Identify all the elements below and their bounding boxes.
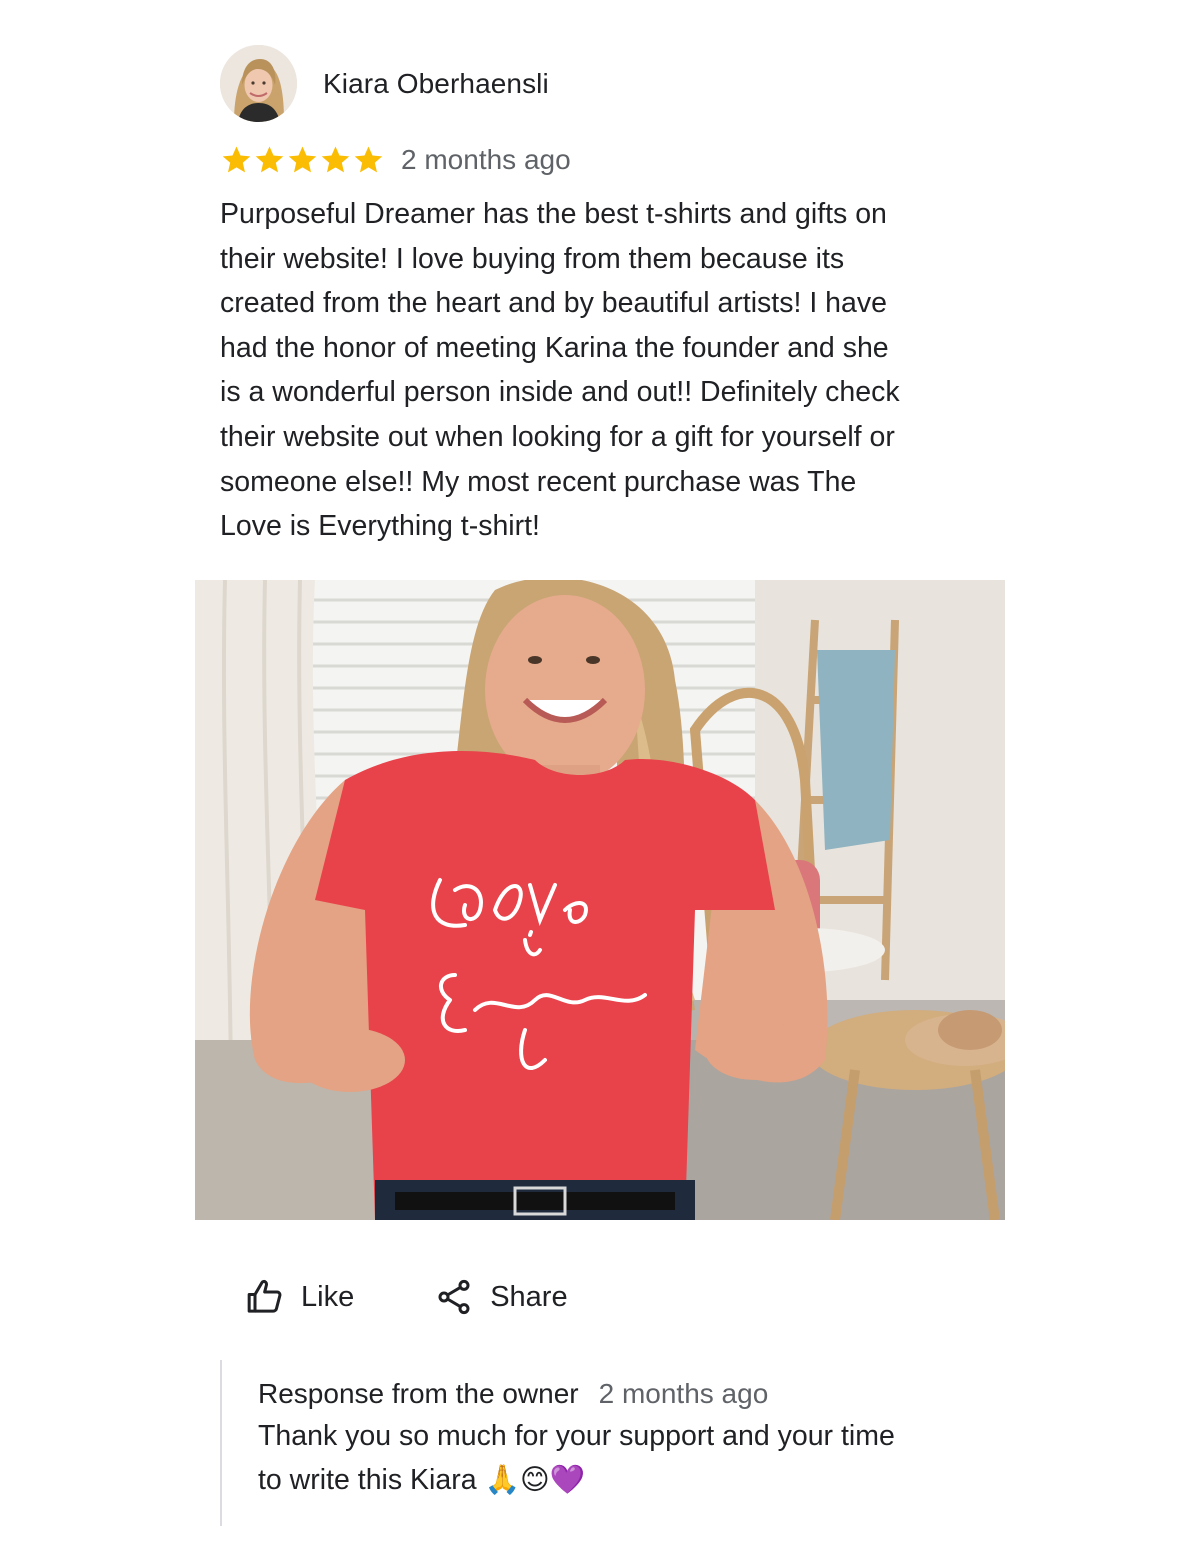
- share-button[interactable]: Share: [434, 1277, 568, 1317]
- star-icon: [255, 146, 284, 173]
- owner-response-title: Response from the owner: [258, 1378, 579, 1409]
- thumbs-up-icon: [247, 1279, 282, 1313]
- reviewer-name[interactable]: Kiara Oberhaensli: [323, 68, 549, 100]
- star-icon: [321, 146, 350, 173]
- owner-response-text: Thank you so much for your support and y…: [258, 1420, 895, 1496]
- share-label: Share: [490, 1280, 568, 1313]
- review-text: Purposeful Dreamer has the best t-shirts…: [220, 198, 900, 543]
- like-label: Like: [301, 1280, 355, 1313]
- owner-response: Response from the owner 2 months ago Tha…: [220, 1360, 980, 1526]
- owner-response-date: 2 months ago: [598, 1378, 769, 1409]
- review-date: 2 months ago: [401, 143, 571, 175]
- like-button[interactable]: Like: [245, 1277, 354, 1317]
- reviewer-header: Kiara Oberhaensli: [220, 45, 549, 122]
- share-icon: [438, 1279, 470, 1315]
- review-photo[interactable]: [195, 580, 1005, 1220]
- star-rating: [220, 143, 385, 176]
- star-icon: [222, 146, 251, 173]
- star-icon: [354, 146, 383, 173]
- avatar[interactable]: [220, 45, 297, 122]
- review-actions: Like Share: [245, 1277, 568, 1317]
- star-icon: [288, 146, 317, 173]
- review-card: Kiara Oberhaensli 2 months ago Purposefu…: [0, 0, 1200, 1553]
- owner-response-header: Response from the owner 2 months ago: [258, 1378, 980, 1410]
- rating-row: 2 months ago: [220, 143, 571, 176]
